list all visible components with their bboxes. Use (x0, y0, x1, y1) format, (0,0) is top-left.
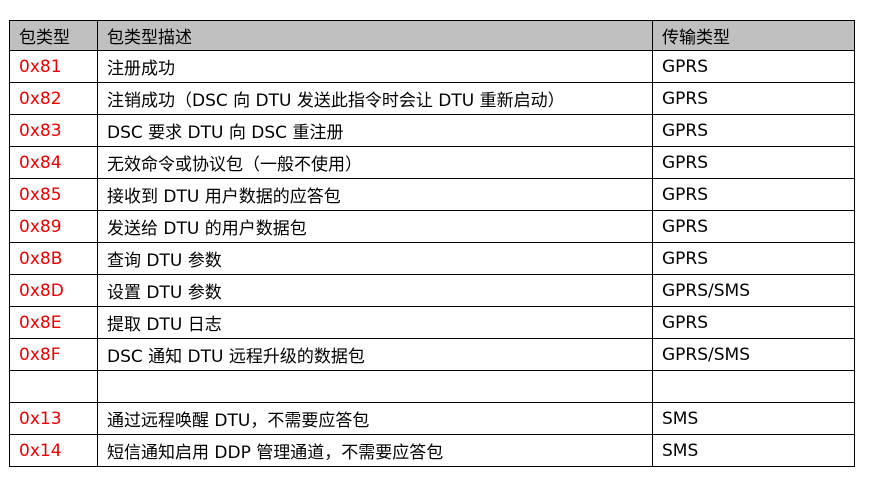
transport-type-cell: GPRS (652, 242, 855, 275)
header-packet-description: 包类型描述 (97, 20, 653, 51)
table-row: 0x8B 查询 DTU 参数 GPRS (9, 242, 855, 275)
transport-type-cell: GPRS (652, 50, 855, 83)
packet-code-cell: 0x82 (9, 82, 98, 115)
packet-code-cell: 0x89 (9, 210, 98, 243)
packet-code-cell: 0x8F (9, 338, 98, 371)
packet-code-cell: 0x13 (9, 402, 98, 435)
transport-type-cell: GPRS (652, 210, 855, 243)
packet-code-cell: 0x8B (9, 242, 98, 275)
packet-code-cell: 0x8E (9, 306, 98, 339)
header-packet-type: 包类型 (9, 20, 98, 51)
transport-type-cell: SMS (652, 402, 855, 435)
packet-description-cell: 注销成功（DSC 向 DTU 发送此指令时会让 DTU 重新启动） (97, 82, 653, 115)
packet-type-table: 包类型 包类型描述 传输类型 0x81 注册成功 GPRS 0x82 注销成功（DSC … (9, 20, 855, 467)
packet-description-cell: 注册成功 (97, 50, 653, 83)
packet-description-cell: 发送给 DTU 的用户数据包 (97, 210, 653, 243)
table-row: 0x13 通过远程唤醒 DTU，不需要应答包 SMS (9, 402, 855, 435)
table-row: 0x83 DSC 要求 DTU 向 DSC 重注册 GPRS (9, 114, 855, 147)
table-row: 0x85 接收到 DTU 用户数据的应答包 GPRS (9, 178, 855, 211)
packet-code-cell: 0x8D (9, 274, 98, 307)
table-row: 0x84 无效命令或协议包（一般不使用） GPRS (9, 146, 855, 179)
table-row: 0x82 注销成功（DSC 向 DTU 发送此指令时会让 DTU 重新启动） GPR… (9, 82, 855, 115)
table-body: 0x81 注册成功 GPRS 0x82 注销成功（DSC 向 DTU 发送此指令时会让 … (9, 50, 855, 467)
transport-type-cell: GPRS (652, 114, 855, 147)
transport-type-cell: GPRS (652, 306, 855, 339)
table-row: 0x14 短信通知启用 DDP 管理通道，不需要应答包 SMS (9, 434, 855, 467)
packet-description-cell: 短信通知启用 DDP 管理通道，不需要应答包 (97, 434, 653, 467)
packet-code-cell: 0x14 (9, 434, 98, 467)
packet-description-cell: DSC 通知 DTU 远程升级的数据包 (97, 338, 653, 371)
transport-type-cell: GPRS (652, 146, 855, 179)
table-row (9, 370, 855, 403)
packet-description-cell: 提取 DTU 日志 (97, 306, 653, 339)
packet-description-cell (97, 370, 653, 403)
packet-code-cell: 0x84 (9, 146, 98, 179)
packet-code-cell: 0x81 (9, 50, 98, 83)
packet-description-cell: 通过远程唤醒 DTU，不需要应答包 (97, 402, 653, 435)
table-row: 0x8E 提取 DTU 日志 GPRS (9, 306, 855, 339)
header-transport-type: 传输类型 (652, 20, 855, 51)
table-row: 0x89 发送给 DTU 的用户数据包 GPRS (9, 210, 855, 243)
packet-description-cell: 无效命令或协议包（一般不使用） (97, 146, 653, 179)
table-header-row: 包类型 包类型描述 传输类型 (9, 20, 855, 51)
packet-code-cell: 0x85 (9, 178, 98, 211)
transport-type-cell (652, 370, 855, 403)
transport-type-cell: GPRS/SMS (652, 274, 855, 307)
packet-description-cell: 查询 DTU 参数 (97, 242, 653, 275)
table-row: 0x8F DSC 通知 DTU 远程升级的数据包 GPRS/SMS (9, 338, 855, 371)
transport-type-cell: GPRS (652, 178, 855, 211)
packet-code-cell (9, 370, 98, 403)
table-row: 0x8D 设置 DTU 参数 GPRS/SMS (9, 274, 855, 307)
transport-type-cell: GPRS/SMS (652, 338, 855, 371)
table-row: 0x81 注册成功 GPRS (9, 50, 855, 83)
packet-code-cell: 0x83 (9, 114, 98, 147)
packet-description-cell: DSC 要求 DTU 向 DSC 重注册 (97, 114, 653, 147)
packet-description-cell: 接收到 DTU 用户数据的应答包 (97, 178, 653, 211)
transport-type-cell: GPRS (652, 82, 855, 115)
transport-type-cell: SMS (652, 434, 855, 467)
packet-description-cell: 设置 DTU 参数 (97, 274, 653, 307)
